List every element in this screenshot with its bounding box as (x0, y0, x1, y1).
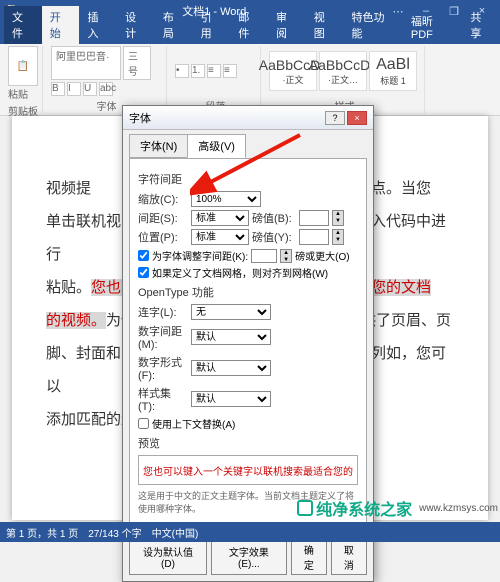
stylesets-combo[interactable]: 默认 (191, 391, 271, 407)
share-button[interactable]: 共享 (462, 6, 500, 44)
spacing-pt-label: 磅值(B): (252, 210, 296, 226)
stylesets-label: 样式集(T): (138, 385, 188, 413)
bullets-icon[interactable]: • (175, 64, 189, 78)
ligatures-combo[interactable]: 无 (191, 304, 271, 320)
watermark: 纯净系统之家 www.kzmsys.com (297, 496, 498, 520)
kerning-unit: 磅或更大(O) (295, 248, 349, 263)
section-opentype: OpenType 功能 (138, 284, 358, 300)
tab-review[interactable]: 审阅 (268, 6, 306, 44)
style-heading1[interactable]: AaBl标题 1 (369, 51, 417, 91)
ligatures-label: 连字(L): (138, 304, 188, 320)
language-status[interactable]: 中文(中国) (152, 525, 199, 540)
tab-insert[interactable]: 插入 (79, 6, 117, 44)
spacing-combo[interactable]: 标准 (191, 210, 249, 226)
scale-combo[interactable]: 100% (191, 191, 261, 207)
watermark-brand: 纯净系统之家 (316, 496, 412, 520)
position-combo[interactable]: 标准 (191, 229, 249, 245)
tab-home[interactable]: 开始 (42, 6, 80, 44)
paste-label: 粘贴 (8, 86, 38, 101)
numforms-combo[interactable]: 默认 (191, 360, 271, 376)
dialog-tabs: 字体(N) 高级(V) (129, 134, 367, 158)
numbering-icon[interactable]: 1. (191, 64, 205, 78)
spacing-label: 间距(S): (138, 210, 188, 226)
section-char-spacing: 字符间距 (138, 171, 358, 187)
align-left-icon[interactable]: ≡ (207, 64, 221, 78)
italic-icon[interactable]: I (67, 82, 81, 96)
kerning-spinner[interactable]: ▲▼ (280, 249, 292, 263)
dialog-tab-font[interactable]: 字体(N) (129, 134, 188, 158)
snap-grid-label: 如果定义了文档网格，则对齐到网格(W) (152, 265, 328, 280)
preview-pane: 您也可以键入一个关键字以联机搜索最适合您的 (138, 455, 358, 485)
dialog-body: 字符间距 缩放(C): 100% 间距(S): 标准 磅值(B): ▲▼ 位置(… (129, 158, 367, 527)
scale-label: 缩放(C): (138, 191, 188, 207)
group-clipboard: 📋 粘贴 剪贴板 (4, 46, 43, 113)
set-default-button[interactable]: 设为默认值(D) (129, 539, 207, 575)
tab-mailings[interactable]: 邮件 (230, 6, 268, 44)
position-spinner[interactable]: ▲▼ (332, 229, 344, 245)
word-count[interactable]: 27/143 个字 (88, 525, 141, 540)
font-size-combo[interactable]: 三号 (123, 46, 151, 80)
tab-pdf[interactable]: 福昕PDF (403, 10, 462, 44)
position-label: 位置(P): (138, 229, 188, 245)
position-pt-label: 磅值(Y): (252, 229, 296, 245)
tab-view[interactable]: 视图 (306, 6, 344, 44)
style-body[interactable]: AaBbCcDc·正文… (319, 51, 367, 91)
position-pt-input[interactable] (299, 229, 329, 245)
tab-special[interactable]: 特色功能 (343, 6, 402, 44)
tab-layout[interactable]: 布局 (155, 6, 193, 44)
dialog-title: 字体 (129, 110, 151, 126)
ok-button[interactable]: 确定 (291, 539, 327, 575)
cancel-button[interactable]: 取消 (331, 539, 367, 575)
paste-button[interactable]: 📋 (8, 46, 38, 86)
kerning-checkbox[interactable] (138, 250, 149, 261)
group-styles: AaBbCcDc·正文 AaBbCcDc·正文… AaBl标题 1 样式 (265, 46, 425, 113)
contextual-label: 使用上下文替换(A) (152, 416, 235, 431)
dialog-close-icon[interactable]: × (347, 111, 367, 125)
numspacing-label: 数字间距(M): (138, 323, 188, 351)
snap-grid-checkbox[interactable] (138, 267, 149, 278)
dialog-titlebar: 字体 ? × (123, 106, 373, 130)
spacing-pt-input[interactable] (299, 210, 329, 226)
section-preview: 预览 (138, 435, 358, 451)
underline-icon[interactable]: U (83, 82, 97, 96)
watermark-url: www.kzmsys.com (419, 503, 498, 514)
kerning-label: 为字体调整字间距(K): (152, 248, 248, 263)
align-center-icon[interactable]: ≡ (223, 64, 237, 78)
font-name-combo[interactable]: 阿里巴巴音· (51, 46, 121, 80)
group-font: 阿里巴巴音· 三号 B I U abc 字体 (47, 46, 167, 113)
tab-design[interactable]: 设计 (117, 6, 155, 44)
bold-icon[interactable]: B (51, 82, 65, 96)
contextual-checkbox[interactable] (138, 418, 149, 429)
kerning-value-input[interactable] (251, 249, 277, 263)
dialog-help-icon[interactable]: ? (325, 111, 345, 125)
group-paragraph: • 1. ≡ ≡ 段落 (171, 46, 261, 113)
status-bar: 第 1 页，共 1 页 27/143 个字 中文(中国) (0, 522, 500, 542)
tab-file[interactable]: 文件 (4, 6, 42, 44)
dialog-tab-advanced[interactable]: 高级(V) (187, 134, 246, 158)
spacing-spinner[interactable]: ▲▼ (332, 210, 344, 226)
text-effects-button[interactable]: 文字效果(E)... (211, 539, 287, 575)
watermark-icon (297, 500, 313, 516)
numforms-label: 数字形式(F): (138, 354, 188, 382)
page-status[interactable]: 第 1 页，共 1 页 (6, 525, 78, 540)
ribbon-tabs: 文件 开始 插入 设计 布局 引用 邮件 审阅 视图 特色功能 福昕PDF 共享 (0, 22, 500, 44)
numspacing-combo[interactable]: 默认 (191, 329, 271, 345)
tab-references[interactable]: 引用 (193, 6, 231, 44)
strike-icon[interactable]: abc (99, 82, 113, 96)
